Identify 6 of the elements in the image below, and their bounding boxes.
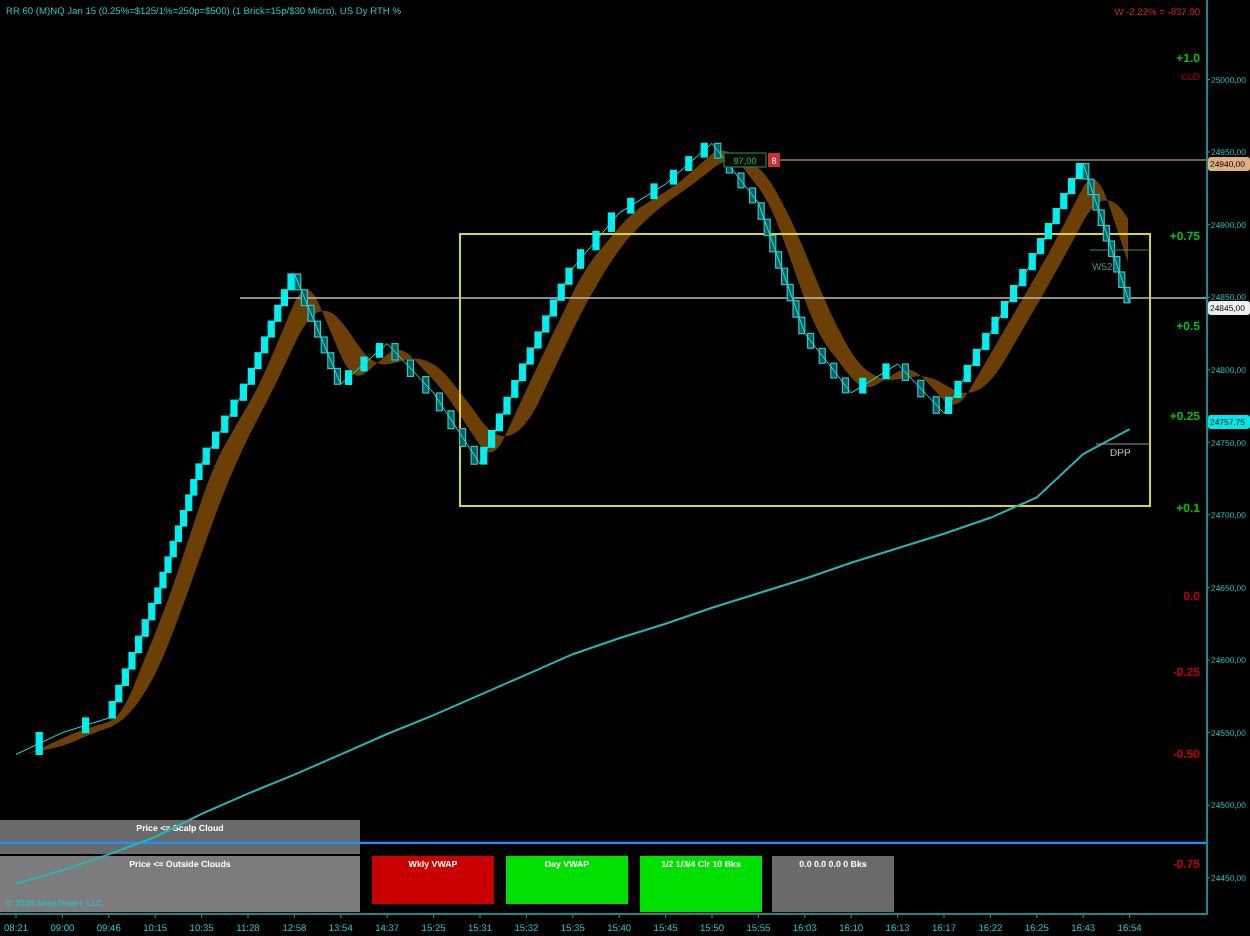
renko-brick (82, 717, 90, 734)
renko-brick (35, 732, 43, 755)
trade-marker (723, 152, 767, 168)
level-line (1089, 249, 1151, 251)
level-line (1095, 443, 1151, 445)
renko-brick (592, 230, 600, 251)
